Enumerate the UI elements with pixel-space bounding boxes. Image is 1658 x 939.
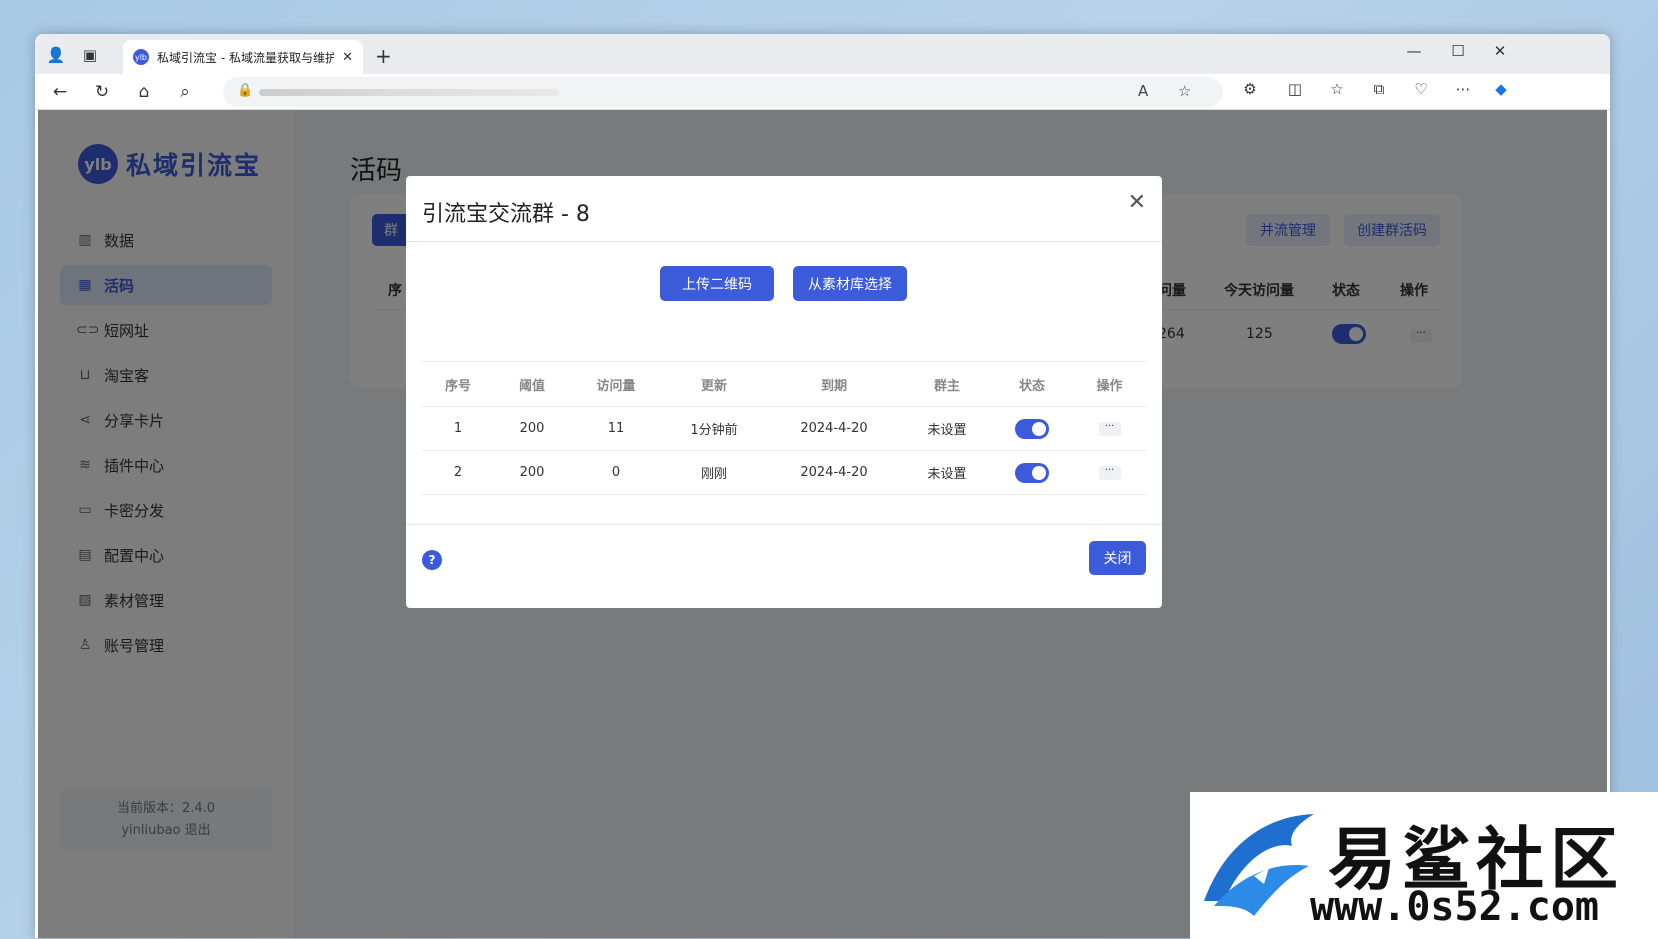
refresh-icon[interactable]: ↻ xyxy=(90,80,114,104)
modal-header-divider xyxy=(406,241,1162,242)
column-header: 群主 xyxy=(933,378,960,394)
status-toggle[interactable] xyxy=(992,407,1072,450)
cell-owner: 未设置 xyxy=(927,467,967,482)
library-select-button[interactable]: 从素材库选择 xyxy=(793,266,907,301)
url-blurred xyxy=(259,89,559,96)
extensions-icon[interactable]: ⚙ xyxy=(1238,80,1262,98)
minimize-icon[interactable]: — xyxy=(1399,42,1429,60)
cell-expires: 2024-4-20 xyxy=(800,421,868,436)
cell-seq: 2 xyxy=(453,465,463,480)
more-button[interactable]: ··· xyxy=(1072,407,1147,450)
cell-seq: 1 xyxy=(453,421,463,436)
address-bar-row: ← ↻ ⌂ ⌕ 🔒 A ☆ ⚙ ◫ ☆ ⧉ ♡ ⋯ ◆ xyxy=(35,74,1610,110)
cell-updated: 1分钟前 xyxy=(690,423,738,438)
column-header: 状态 xyxy=(1018,378,1045,394)
performance-icon[interactable]: ♡ xyxy=(1409,80,1433,98)
home-icon[interactable]: ⌂ xyxy=(132,80,156,104)
favorite-star-icon[interactable]: ☆ xyxy=(1178,82,1191,100)
tab-title: 私域引流宝 - 私域流量获取与维护 xyxy=(157,50,335,65)
search-icon[interactable]: ⌕ xyxy=(173,80,197,104)
maximize-icon[interactable]: ☐ xyxy=(1443,42,1473,60)
back-icon[interactable]: ← xyxy=(48,80,72,104)
qr-table: 序号 阈值 访问量 更新 到期 群主 状态 操作 1 200 11 1分钟前 2024-4-20 未设置… xyxy=(422,361,1147,495)
more-icon[interactable]: ⋯ xyxy=(1451,80,1475,98)
column-header: 阈值 xyxy=(518,378,545,394)
table-row: 2 200 0 刚刚 2024-4-20 未设置 ··· xyxy=(422,451,1147,495)
cell-visits: 11 xyxy=(607,421,625,436)
column-header: 序号 xyxy=(444,378,471,394)
column-header: 到期 xyxy=(820,378,847,394)
more-button[interactable]: ··· xyxy=(1072,451,1147,494)
modal-close-icon[interactable]: ✕ xyxy=(1128,190,1146,215)
column-header: 操作 xyxy=(1096,378,1123,394)
new-tab-icon[interactable]: + xyxy=(375,44,392,68)
cell-expires: 2024-4-20 xyxy=(800,465,868,480)
window-close-icon[interactable]: ✕ xyxy=(1485,42,1515,60)
upload-qr-button[interactable]: 上传二维码 xyxy=(660,266,774,301)
shark-logo-icon xyxy=(1204,814,1314,916)
column-header: 访问量 xyxy=(596,378,636,394)
url-field[interactable]: 🔒 A ☆ xyxy=(223,77,1223,107)
watermark: 易鲨社区 www.0s52.com xyxy=(1190,792,1658,939)
favicon-icon: ylb xyxy=(133,49,149,65)
tab-bar: 👤 ▣ ylb 私域引流宝 - 私域流量获取与维护 ✕ + — ☐ ✕ xyxy=(35,34,1610,74)
table-row: 1 200 11 1分钟前 2024-4-20 未设置 ··· xyxy=(422,407,1147,451)
table-header: 序号 阈值 访问量 更新 到期 群主 状态 操作 xyxy=(422,361,1147,407)
cell-threshold: 200 xyxy=(519,421,545,436)
tab-close-icon[interactable]: ✕ xyxy=(342,50,353,65)
cell-owner: 未设置 xyxy=(927,423,967,438)
modal-footer-divider xyxy=(406,524,1162,525)
cell-updated: 刚刚 xyxy=(700,467,727,482)
help-icon[interactable]: ? xyxy=(422,550,442,570)
modal: 引流宝交流群 - 8 ✕ 上传二维码 从素材库选择 序号 阈值 访问量 更新 到期 群主 状… xyxy=(406,176,1162,608)
favorites-icon[interactable]: ☆ xyxy=(1325,80,1349,98)
tab-actions-icon[interactable]: ▣ xyxy=(79,44,101,66)
split-screen-icon[interactable]: ◫ xyxy=(1283,80,1307,98)
browser-tab[interactable]: ylb 私域引流宝 - 私域流量获取与维护 ✕ xyxy=(123,40,363,74)
modal-title: 引流宝交流群 - 8 xyxy=(422,202,590,227)
column-header: 更新 xyxy=(700,378,727,394)
cell-visits: 0 xyxy=(611,465,621,480)
status-toggle[interactable] xyxy=(992,451,1072,494)
cell-threshold: 200 xyxy=(519,465,545,480)
modal-close-button[interactable]: 关闭 xyxy=(1089,541,1146,575)
lock-icon: 🔒 xyxy=(237,83,254,98)
read-aloud-icon[interactable]: A xyxy=(1138,82,1148,100)
profile-icon[interactable]: 👤 xyxy=(45,44,67,66)
copilot-icon[interactable]: ◆ xyxy=(1489,80,1513,98)
collections-icon[interactable]: ⧉ xyxy=(1367,80,1391,98)
watermark-site: www.0s52.com xyxy=(1310,884,1599,930)
